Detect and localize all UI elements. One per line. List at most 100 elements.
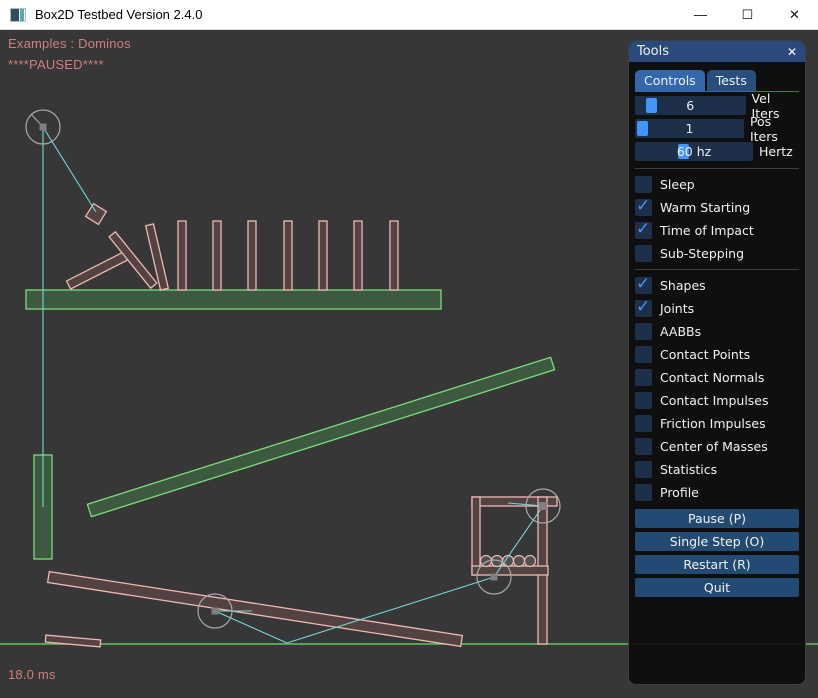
checkbox-sleep[interactable] [635,176,652,193]
checkbox-row-aabbs[interactable]: AABBs [635,323,799,340]
slider-label: Hertz [759,144,793,159]
tools-panel-title: Tools [637,44,669,59]
slider-vel-iters[interactable]: 6 [635,96,746,115]
slider-value: 6 [635,96,746,115]
checkmark-icon: ✓ [636,274,650,294]
dynamic-body [248,221,256,290]
joint-anchor [212,608,219,615]
dynamic-body [178,221,186,290]
checkbox-center-of-masses[interactable] [635,438,652,455]
checkbox-row-shapes[interactable]: ✓ Shapes [635,277,799,294]
dynamic-body [86,204,107,225]
tools-panel: Tools ✕ ControlsTests 6Vel Iters1Pos Ite… [628,40,806,685]
joint-anchor [491,574,498,581]
checkbox-warm-starting[interactable]: ✓ [635,199,652,216]
checkbox-contact-points[interactable] [635,346,652,363]
window-titlebar[interactable]: Box2D Testbed Version 2.4.0 — ☐ ✕ [0,0,818,30]
static-plank [87,357,554,516]
checkbox-shapes[interactable]: ✓ [635,277,652,294]
checkbox-row-contact-impulses[interactable]: Contact Impulses [635,392,799,409]
tab-bar: ControlsTests [635,70,799,92]
button-restart-r[interactable]: Restart (R) [635,555,799,574]
checkbox-row-time-of-impact[interactable]: ✓ Time of Impact [635,222,799,239]
dynamic-body [284,221,292,290]
checkbox-row-friction-impulses[interactable]: Friction Impulses [635,415,799,432]
button-pause-p[interactable]: Pause (P) [635,509,799,528]
checkbox-label: Joints [660,301,694,316]
close-button[interactable]: ✕ [771,0,818,29]
checkmark-icon: ✓ [636,219,650,239]
checkbox-contact-normals[interactable] [635,369,652,386]
slider-row-hertz: 60 hz Hertz [635,142,799,161]
separator [635,168,799,169]
ball-body [525,556,536,567]
checkbox-row-contact-normals[interactable]: Contact Normals [635,369,799,386]
checkbox-label: Profile [660,485,699,500]
slider-row-vel-iters: 6Vel Iters [635,96,799,115]
slider-row-pos-iters: 1Pos Iters [635,119,799,138]
checkbox-label: Contact Normals [660,370,764,385]
checkbox-group-2: ✓ Shapes ✓ Joints AABBs Contact Points Contact… [635,277,799,501]
dynamic-body [45,635,100,647]
minimize-button[interactable]: — [677,0,724,29]
checkbox-row-sleep[interactable]: Sleep [635,176,799,193]
checkbox-row-sub-stepping[interactable]: Sub-Stepping [635,245,799,262]
checkbox-joints[interactable]: ✓ [635,300,652,317]
static-plank [26,290,441,309]
separator [635,269,799,270]
window-title: Box2D Testbed Version 2.4.0 [35,7,202,22]
checkbox-group-1: Sleep ✓ Warm Starting ✓ Time of Impact Sub-St… [635,176,799,262]
slider-pos-iters[interactable]: 1 [635,119,744,138]
ball-body [514,556,525,567]
checkbox-sub-stepping[interactable] [635,245,652,262]
checkbox-label: Time of Impact [660,223,754,238]
checkbox-label: Center of Masses [660,439,768,454]
checkbox-friction-impulses[interactable] [635,415,652,432]
tools-close-icon[interactable]: ✕ [787,45,797,59]
tools-panel-titlebar[interactable]: Tools ✕ [629,41,805,62]
slider-value: 1 [635,119,744,138]
dynamic-body [354,221,362,290]
checkmark-icon: ✓ [636,196,650,216]
dynamic-body [48,572,463,647]
checkbox-row-profile[interactable]: Profile [635,484,799,501]
checkbox-row-contact-points[interactable]: Contact Points [635,346,799,363]
checkbox-aabbs[interactable] [635,323,652,340]
checkbox-time-of-impact[interactable]: ✓ [635,222,652,239]
checkbox-statistics[interactable] [635,461,652,478]
joint-line [43,127,96,212]
checkbox-row-statistics[interactable]: Statistics [635,461,799,478]
joint-anchor [539,502,547,510]
checkmark-icon: ✓ [636,297,650,317]
tab-controls[interactable]: Controls [635,70,705,91]
button-single-step-o[interactable]: Single Step (O) [635,532,799,551]
paused-label: ****PAUSED**** [8,57,104,72]
app-window: Examples : Dominos ****PAUSED**** 18.0 m… [0,0,818,698]
joint-anchor [40,124,47,131]
checkbox-row-center-of-masses[interactable]: Center of Masses [635,438,799,455]
slider-hertz[interactable]: 60 hz [635,142,753,161]
dynamic-body [390,221,398,290]
checkbox-row-warm-starting[interactable]: ✓ Warm Starting [635,199,799,216]
app-icon [10,8,26,22]
checkbox-profile[interactable] [635,484,652,501]
dynamic-body [319,221,327,290]
maximize-button[interactable]: ☐ [724,0,771,29]
checkbox-label: Sleep [660,177,695,192]
checkbox-label: Contact Points [660,347,750,362]
checkbox-label: Warm Starting [660,200,750,215]
frame-time-label: 18.0 ms [8,667,56,682]
checkbox-label: Shapes [660,278,706,293]
dynamic-body [472,497,480,575]
button-quit[interactable]: Quit [635,578,799,597]
button-stack: Pause (P) Single Step (O) Restart (R) Quit [635,509,799,597]
tab-tests[interactable]: Tests [707,70,756,91]
checkbox-label: Sub-Stepping [660,246,744,261]
checkbox-label: Statistics [660,462,717,477]
slider-value: 60 hz [635,142,753,161]
slider-label: Pos Iters [750,114,799,144]
checkbox-contact-impulses[interactable] [635,392,652,409]
checkbox-row-joints[interactable]: ✓ Joints [635,300,799,317]
checkbox-label: Contact Impulses [660,393,769,408]
dynamic-body [67,251,130,289]
